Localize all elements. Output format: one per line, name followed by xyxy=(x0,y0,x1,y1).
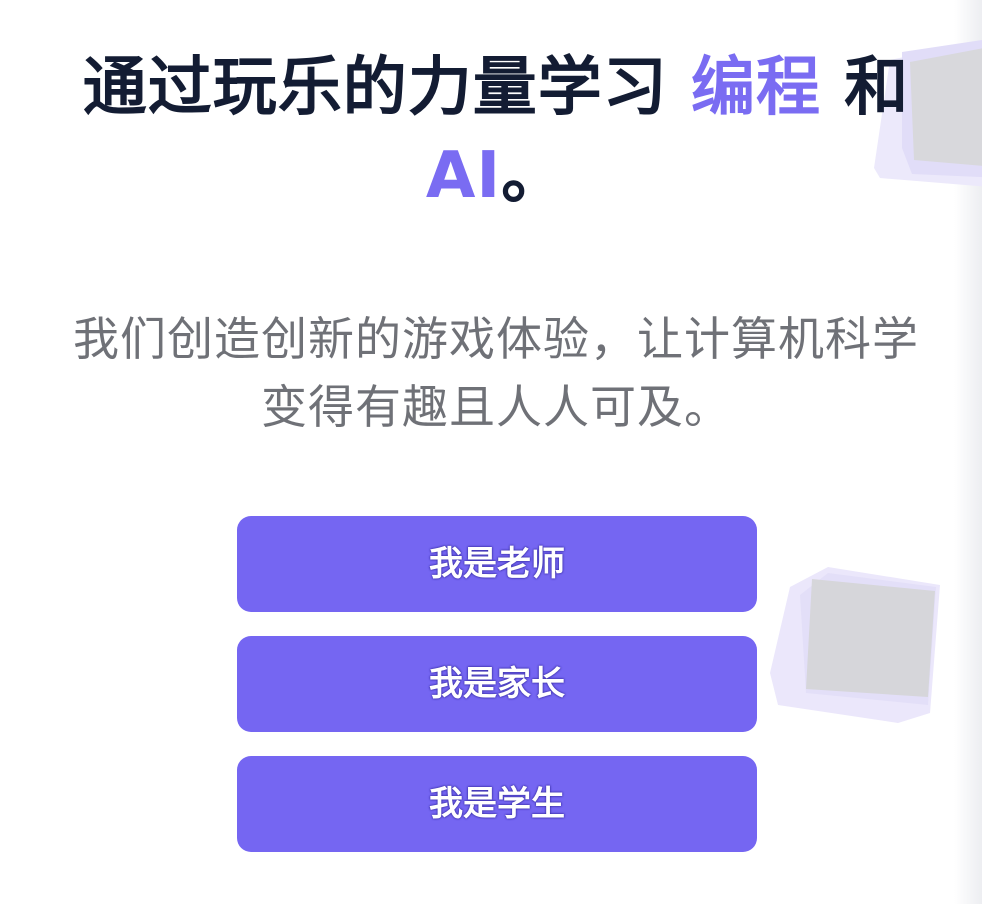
title-accent-coding: 编程 xyxy=(691,51,821,125)
student-role-button[interactable]: 我是学生 xyxy=(237,756,757,852)
title-accent-ai: AI xyxy=(425,139,502,213)
title-text-3: 。 xyxy=(501,139,567,213)
page-subtitle: 我们创造创新的游戏体验，让计算机科学 变得有趣且人人可及。 xyxy=(50,305,942,441)
teacher-role-button[interactable]: 我是老师 xyxy=(237,516,757,612)
cube-decoration-mid-icon xyxy=(770,567,940,723)
parent-role-button[interactable]: 我是家长 xyxy=(237,636,757,732)
subtitle-line-1: 我们创造创新的游戏体验，让计算机科学 xyxy=(73,312,919,366)
title-text-2: 和 xyxy=(821,51,910,125)
subtitle-line-2: 变得有趣且人人可及。 xyxy=(261,380,731,434)
page-title: 通过玩乐的力量学习 编程 和 AI。 xyxy=(60,44,932,220)
title-text-1: 通过玩乐的力量学习 xyxy=(82,51,691,125)
